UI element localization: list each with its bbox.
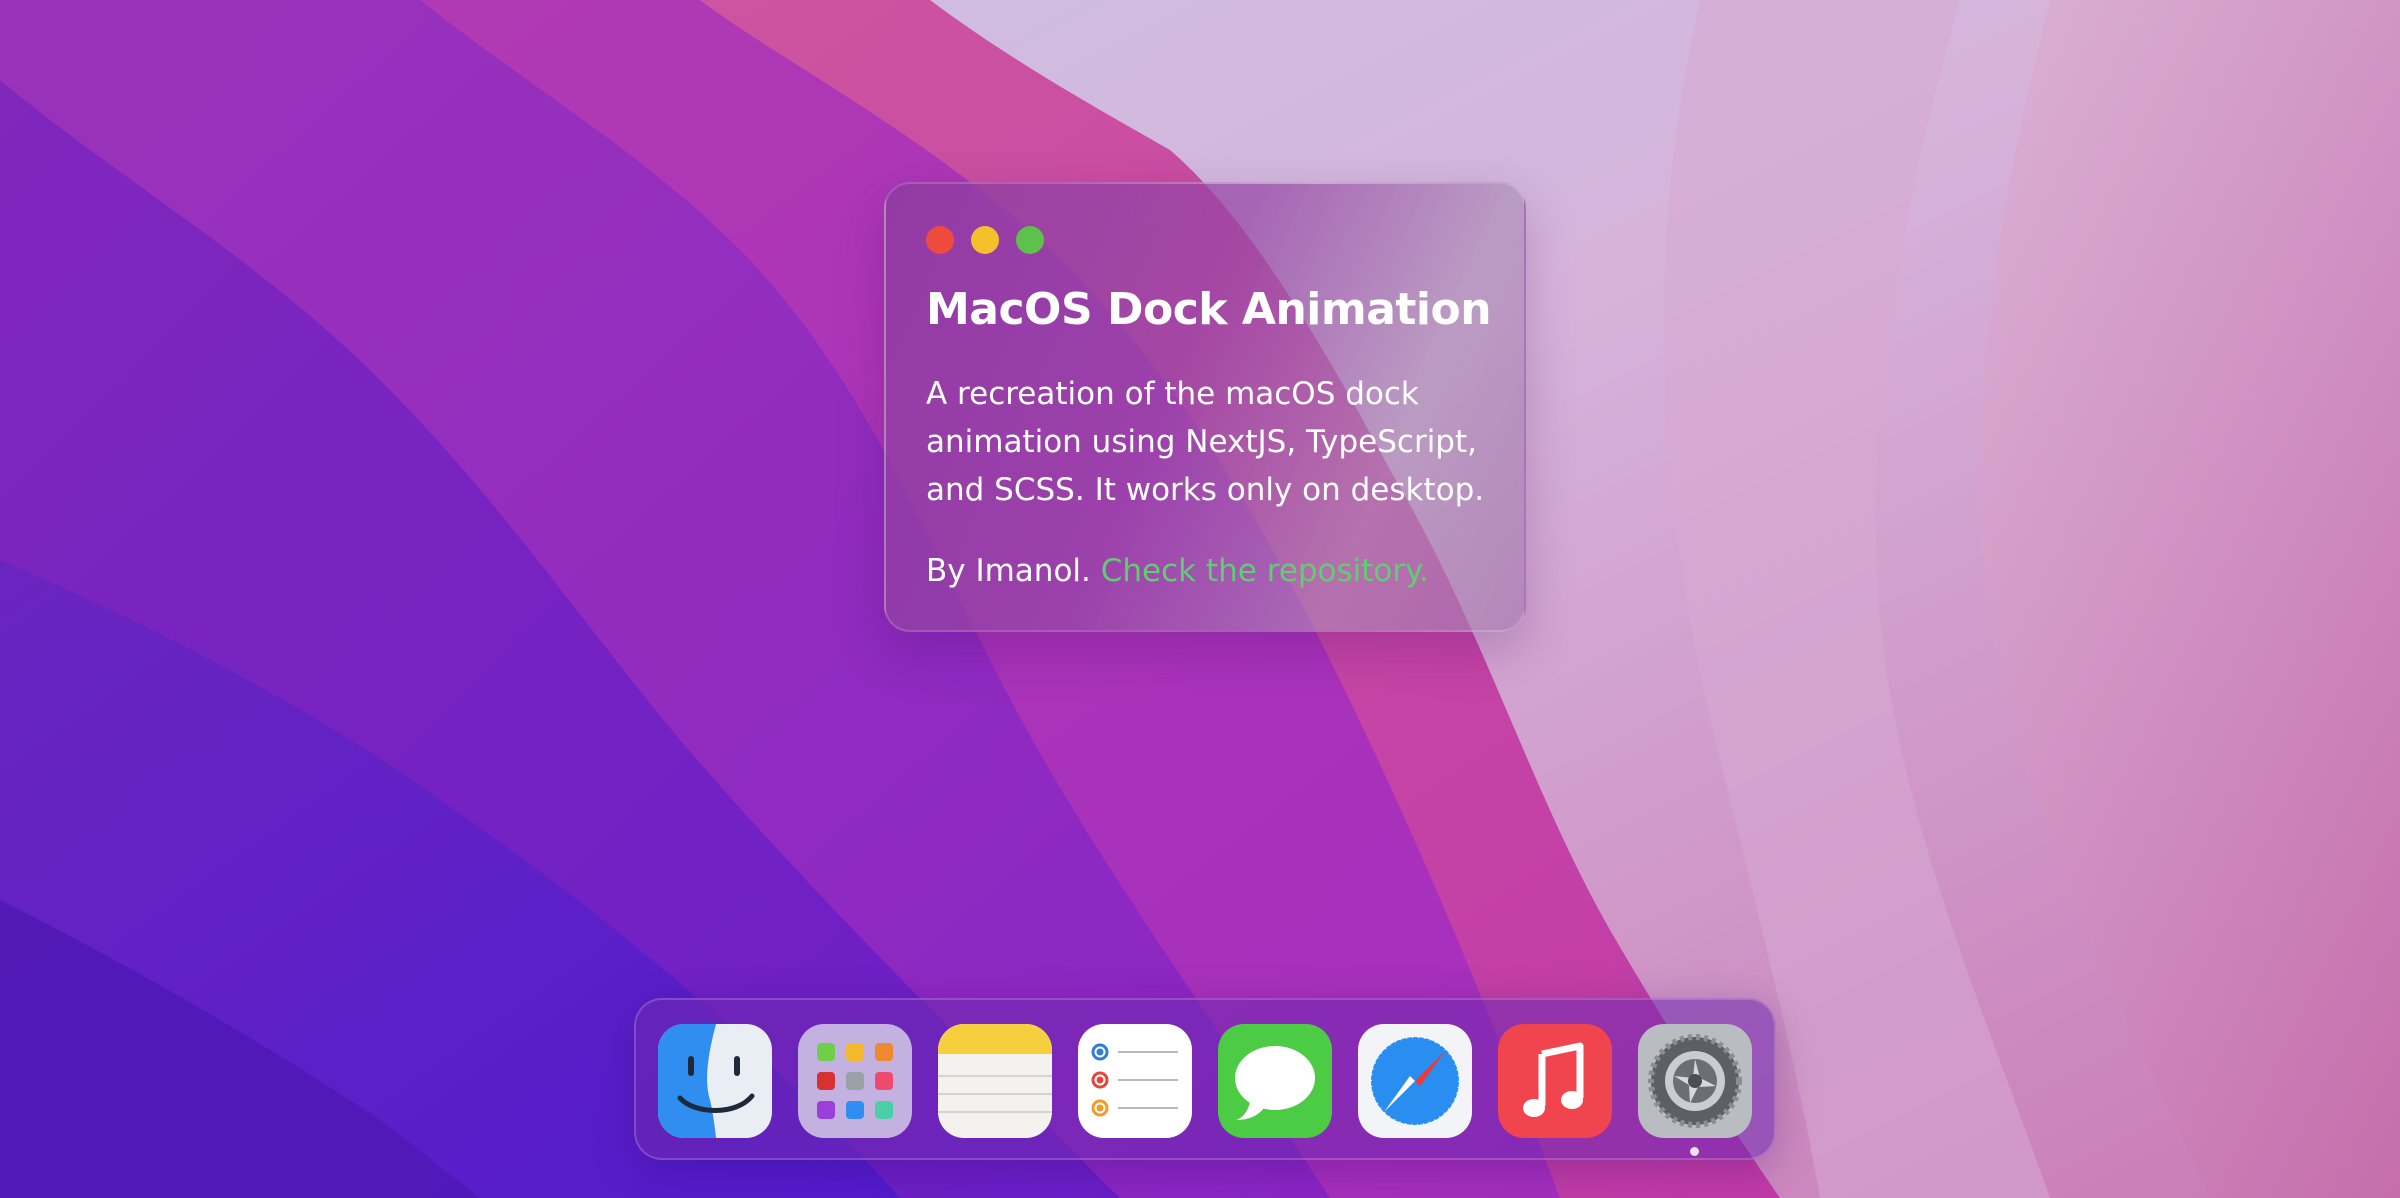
byline: By Imanol. Check the repository. xyxy=(926,547,1429,595)
dock-item-finder[interactable] xyxy=(658,1024,772,1138)
notes-icon xyxy=(938,1024,1052,1138)
dock-item-notes[interactable] xyxy=(938,1024,1052,1138)
safari-icon xyxy=(1358,1024,1472,1138)
window-controls xyxy=(926,226,1044,254)
dock-item-launchpad[interactable] xyxy=(798,1024,912,1138)
byline-author: By Imanol. xyxy=(926,553,1091,589)
close-button[interactable] xyxy=(926,226,954,254)
window-description: A recreation of the macOS dock animation… xyxy=(926,376,1485,508)
repository-link[interactable]: Check the repository. xyxy=(1101,553,1429,589)
window-title: MacOS Dock Animation xyxy=(926,284,1492,335)
launchpad-icon xyxy=(798,1024,912,1138)
running-indicator xyxy=(1690,1147,1699,1156)
dock-item-messages[interactable] xyxy=(1218,1024,1332,1138)
dock-item-safari[interactable] xyxy=(1358,1024,1472,1138)
dock-item-music[interactable] xyxy=(1498,1024,1612,1138)
maximize-button[interactable] xyxy=(1016,226,1044,254)
dock-item-system-preferences[interactable] xyxy=(1638,1024,1752,1138)
messages-icon xyxy=(1218,1024,1332,1138)
finder-icon xyxy=(658,1024,772,1138)
system-preferences-icon xyxy=(1638,1024,1752,1138)
info-window: MacOS Dock Animation A recreation of the… xyxy=(884,182,1526,632)
dock xyxy=(634,998,1776,1160)
music-icon xyxy=(1498,1024,1612,1138)
dock-item-reminders[interactable] xyxy=(1078,1024,1192,1138)
minimize-button[interactable] xyxy=(971,226,999,254)
reminders-icon xyxy=(1078,1024,1192,1138)
